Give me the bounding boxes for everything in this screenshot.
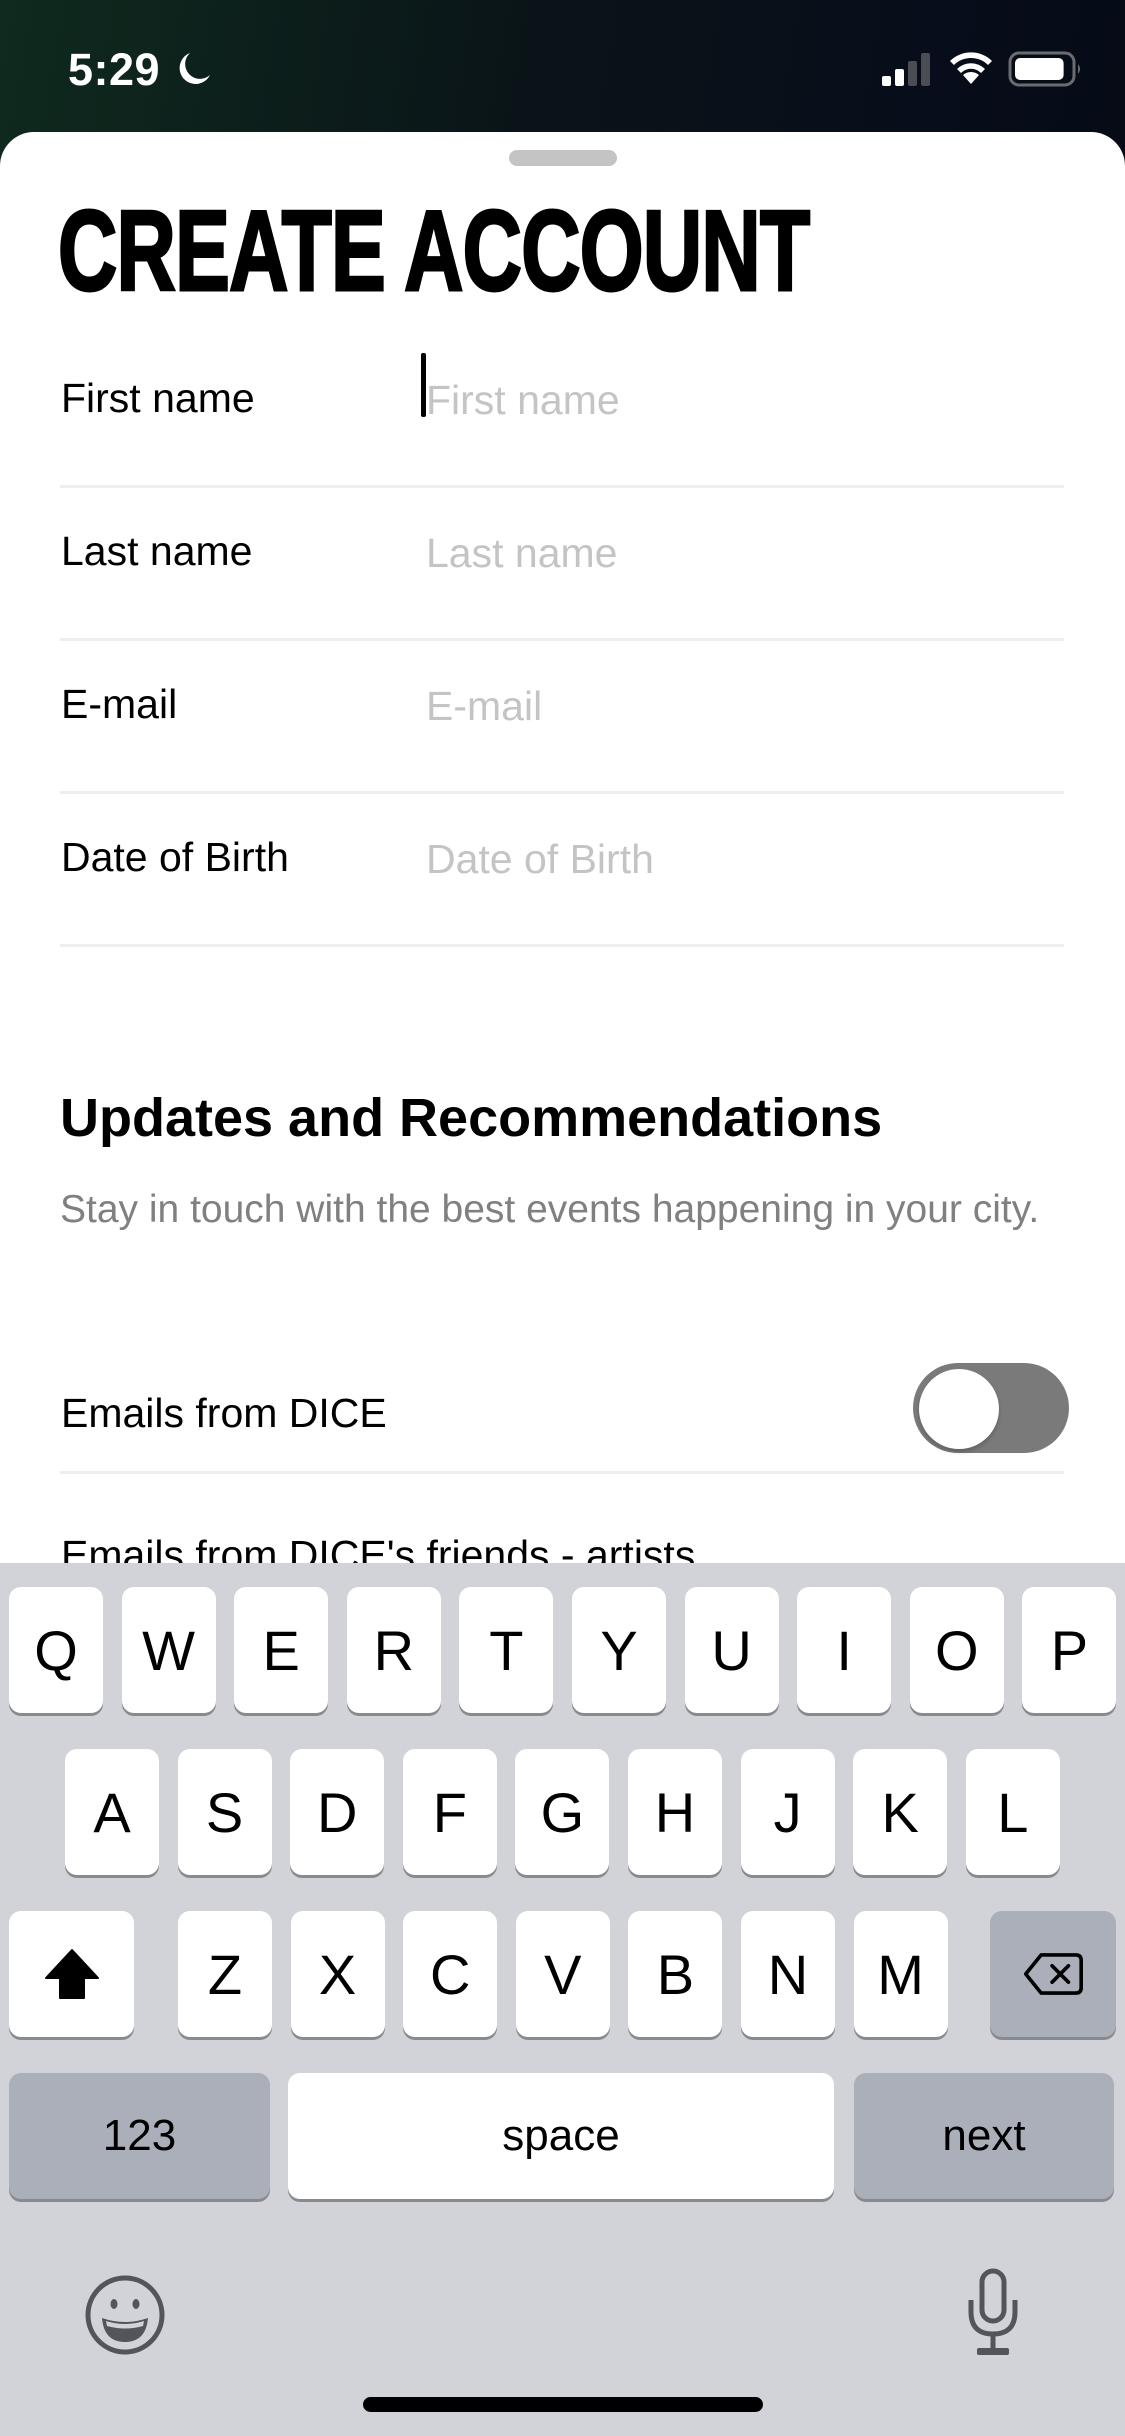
toggle-knob <box>919 1369 999 1449</box>
home-indicator[interactable] <box>363 2397 763 2412</box>
last-name-input[interactable] <box>422 518 1062 588</box>
sheet-grabber-handle[interactable] <box>509 150 617 166</box>
battery-icon <box>1008 51 1080 87</box>
ios-keyboard: QWERTYUIOP ASDFGHJKL ZXCVBNM 123 space n… <box>0 1563 1125 2436</box>
next-key[interactable]: next <box>854 2073 1114 2199</box>
moon-icon <box>179 53 210 84</box>
battery-fill <box>1015 58 1064 80</box>
key-q[interactable]: Q <box>9 1587 103 1713</box>
updates-heading: Updates and Recommendations <box>60 1088 883 1148</box>
key-d[interactable]: D <box>290 1749 385 1875</box>
first-name-row: First name <box>60 335 1064 488</box>
emails-from-dice-label: Emails from DICE <box>61 1390 387 1436</box>
shift-key[interactable] <box>9 1911 134 2037</box>
first-name-label: First name <box>61 375 255 421</box>
key-m[interactable]: M <box>853 1911 948 2037</box>
last-name-row: Last name <box>60 488 1064 641</box>
signal-icon <box>882 53 930 86</box>
status-bar: 5:29 <box>0 0 1125 132</box>
email-label: E-mail <box>61 681 178 727</box>
key-h[interactable]: H <box>628 1749 722 1875</box>
page-title: CREATE ACCOUNT <box>57 188 811 315</box>
key-g[interactable]: G <box>515 1749 610 1875</box>
last-name-label: Last name <box>61 528 253 574</box>
wifi-icon <box>950 52 992 84</box>
updates-description: Stay in touch with the best events happe… <box>60 1188 1040 1231</box>
key-a[interactable]: A <box>65 1749 159 1875</box>
signal-bar <box>921 53 930 86</box>
emails-from-dice-row: Emails from DICE <box>60 1344 1069 1474</box>
status-time: 5:29 <box>68 44 161 95</box>
key-c[interactable]: C <box>403 1911 498 2037</box>
email-input[interactable] <box>422 671 1062 741</box>
email-row: E-mail <box>60 641 1064 794</box>
emoji-icon[interactable] <box>84 2274 166 2356</box>
text-caret <box>421 353 426 417</box>
key-u[interactable]: U <box>684 1587 779 1713</box>
key-v[interactable]: V <box>515 1911 610 2037</box>
key-f[interactable]: F <box>402 1749 497 1875</box>
key-r[interactable]: R <box>346 1587 441 1713</box>
key-w[interactable]: W <box>121 1587 216 1713</box>
key-k[interactable]: K <box>853 1749 948 1875</box>
numbers-key[interactable]: 123 <box>9 2073 270 2199</box>
date-of-birth-label: Date of Birth <box>61 834 289 880</box>
key-p[interactable]: P <box>1022 1587 1117 1713</box>
key-t[interactable]: T <box>459 1587 554 1713</box>
key-s[interactable]: S <box>177 1749 272 1875</box>
key-z[interactable]: Z <box>178 1911 272 2037</box>
space-key[interactable]: space <box>288 2073 834 2199</box>
first-name-input[interactable] <box>422 365 1062 435</box>
signal-bar <box>882 76 891 86</box>
key-n[interactable]: N <box>741 1911 835 2037</box>
key-y[interactable]: Y <box>572 1587 666 1713</box>
emails-from-dice-toggle[interactable] <box>913 1363 1069 1453</box>
signal-bar <box>895 69 904 86</box>
key-j[interactable]: J <box>740 1749 835 1875</box>
microphone-icon[interactable] <box>965 2268 1021 2358</box>
date-of-birth-row: Date of Birth <box>60 794 1064 947</box>
date-of-birth-input[interactable] <box>422 824 1062 894</box>
delete-backspace-icon <box>1023 1953 1083 1995</box>
shift-arrow-icon <box>44 1949 99 1999</box>
key-i[interactable]: I <box>797 1587 892 1713</box>
key-o[interactable]: O <box>909 1587 1004 1713</box>
key-x[interactable]: X <box>290 1911 385 2037</box>
delete-key[interactable] <box>990 1911 1116 2037</box>
signal-bar <box>908 61 917 86</box>
key-b[interactable]: B <box>628 1911 723 2037</box>
key-e[interactable]: E <box>234 1587 329 1713</box>
key-l[interactable]: L <box>965 1749 1060 1875</box>
